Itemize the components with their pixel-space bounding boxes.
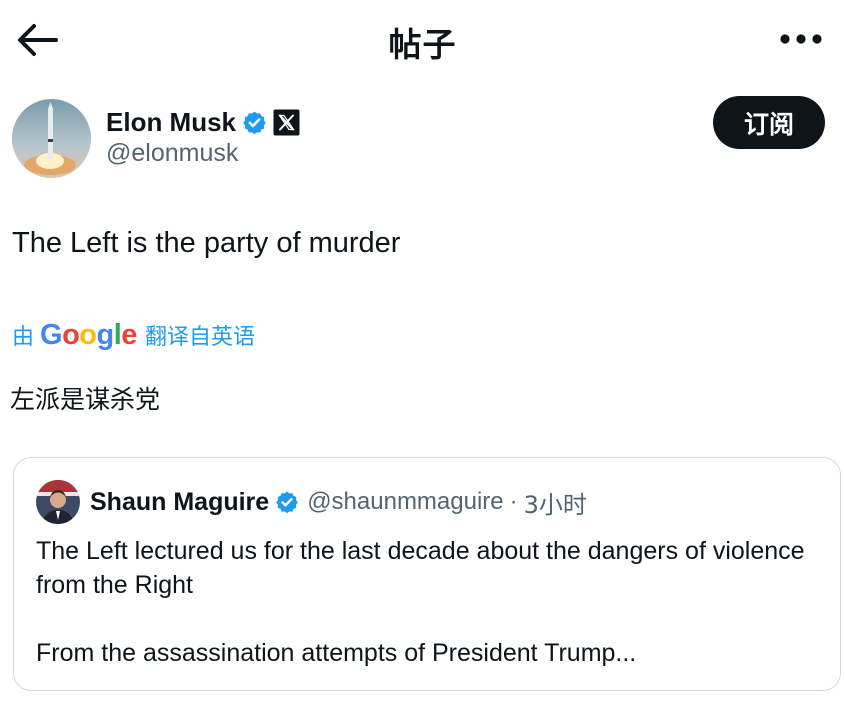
quoted-author-handle[interactable]: @shaunmmaguire xyxy=(307,488,503,516)
x-logo-icon[interactable] xyxy=(273,109,300,136)
verified-badge-icon xyxy=(243,111,266,134)
translate-suffix: 翻译自英语 xyxy=(144,325,255,350)
quoted-timestamp[interactable]: 3小时 xyxy=(524,485,587,520)
dot-separator: · xyxy=(509,488,518,515)
person-avatar-icon xyxy=(36,480,80,524)
page-title: 帖子 xyxy=(388,25,457,64)
verified-badge-icon xyxy=(276,491,299,514)
quoted-text: The Left lectured us for the last decade… xyxy=(36,537,805,599)
quoted-header: Shaun Maguire @shaunmmaguire · 3小时 xyxy=(90,485,587,519)
tweet-text: The Left is the party of murder xyxy=(12,227,401,259)
more-horizontal-icon xyxy=(780,34,822,44)
top-bar: 帖子 xyxy=(0,0,845,78)
quoted-text-continued: From the assassination attempts of Presi… xyxy=(36,639,637,667)
translation-attribution[interactable]: 由 Google 翻译自英语 xyxy=(12,316,255,354)
author-avatar[interactable] xyxy=(12,99,91,178)
quoted-tweet[interactable]: Shaun Maguire @shaunmmaguire · 3小时 The L… xyxy=(13,457,841,691)
author-name[interactable]: Elon Musk xyxy=(106,107,236,138)
more-button[interactable] xyxy=(772,24,826,54)
google-logo: Google xyxy=(40,318,137,351)
quoted-author-avatar[interactable] xyxy=(36,480,80,524)
author-name-row: Elon Musk xyxy=(106,106,300,138)
subscribe-button[interactable]: 订阅 xyxy=(713,96,825,149)
translated-text: 左派是谋杀党 xyxy=(10,385,161,414)
author-handle[interactable]: @elonmusk xyxy=(106,139,238,168)
translate-prefix: 由 xyxy=(12,325,35,350)
rocket-launch-avatar xyxy=(12,99,91,178)
quoted-author-name[interactable]: Shaun Maguire xyxy=(90,488,269,517)
